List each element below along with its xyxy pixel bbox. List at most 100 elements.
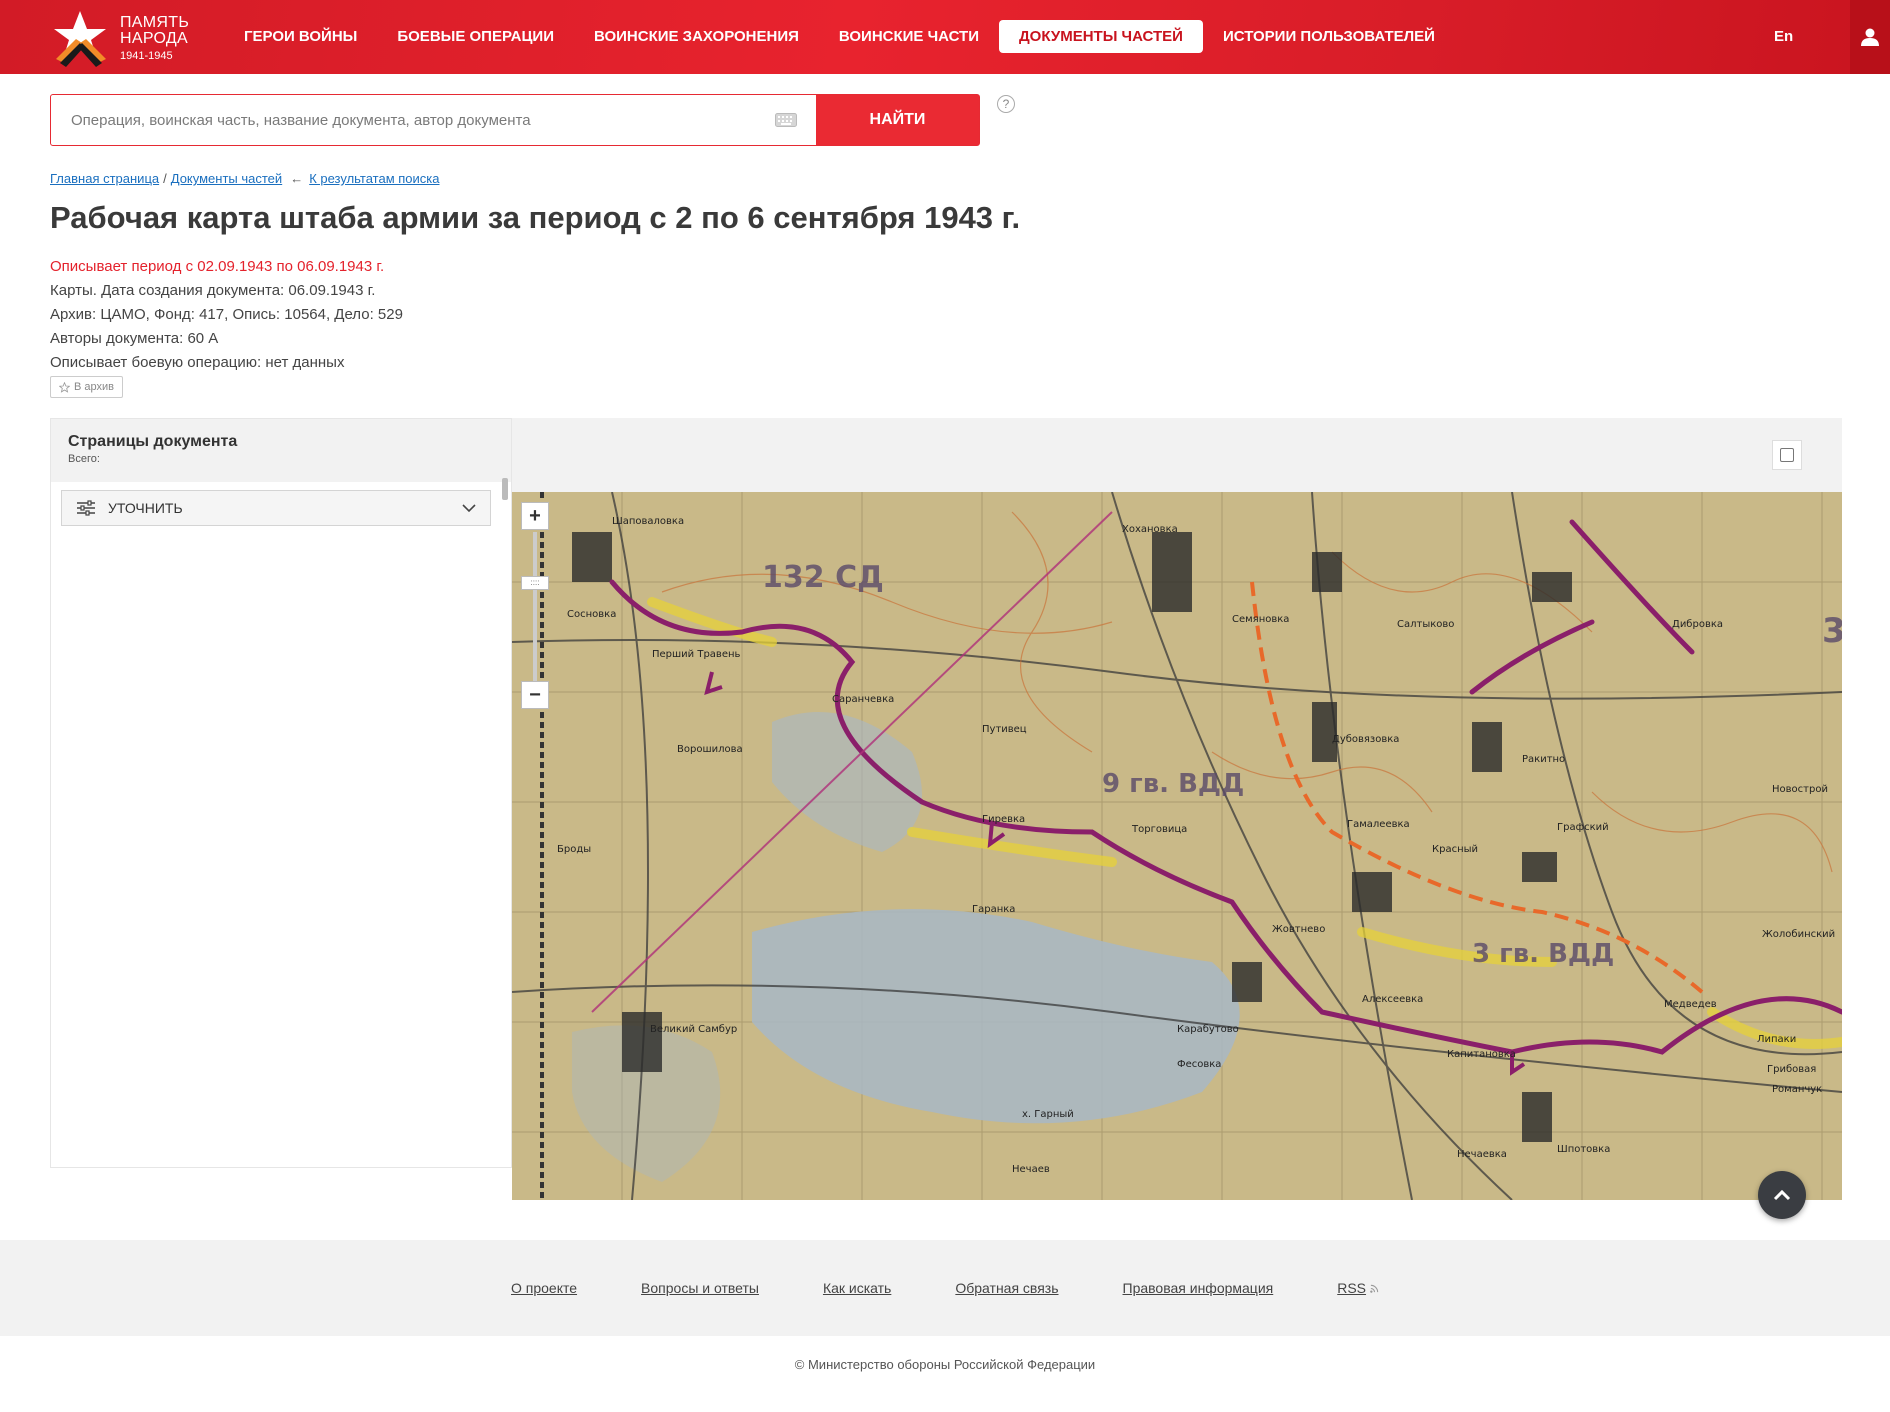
map-village: Медведев bbox=[1664, 999, 1717, 1010]
logo-line-2: НАРОДА bbox=[120, 30, 188, 47]
map-village: Красный bbox=[1432, 844, 1478, 855]
footer-link-rss[interactable]: RSS bbox=[1337, 1280, 1366, 1296]
footer-link-faq[interactable]: Вопросы и ответы bbox=[641, 1280, 759, 1296]
document-pages-title: Страницы документа bbox=[68, 433, 238, 450]
map-village: Саранчевка bbox=[832, 694, 894, 705]
refine-dropdown[interactable]: УТОЧНИТЬ bbox=[61, 490, 491, 526]
footer: О проекте Вопросы и ответы Как искать Об… bbox=[0, 1240, 1890, 1336]
map-village: Липаки bbox=[1757, 1034, 1796, 1045]
document-pages-header: Страницы документа Всего: bbox=[51, 419, 511, 482]
fullscreen-toggle-button[interactable] bbox=[1772, 440, 1802, 470]
map-village: Путивец bbox=[982, 724, 1027, 735]
breadcrumb: Главная страница / Документы частей ← К резу… bbox=[50, 171, 440, 186]
map-village: Новострой bbox=[1772, 784, 1828, 795]
map-label-3-vdd: 3 гв. ВДД bbox=[1472, 939, 1614, 969]
sidebar-scrollbar[interactable] bbox=[502, 478, 508, 500]
map-village: Дибровка bbox=[1672, 619, 1723, 630]
map-village: Ракитно bbox=[1522, 754, 1565, 765]
map-village: Жолобинский bbox=[1762, 929, 1835, 940]
add-to-archive-label: В архив bbox=[74, 381, 114, 393]
copyright: © Министерство обороны Российской Федера… bbox=[794, 1357, 1096, 1372]
footer-link-legal[interactable]: Правовая информация bbox=[1123, 1280, 1274, 1296]
add-to-archive-button[interactable]: В архив bbox=[50, 376, 123, 398]
keyboard-icon[interactable] bbox=[766, 95, 806, 145]
back-to-results-link[interactable]: К результатам поиска bbox=[309, 171, 439, 186]
search-input[interactable] bbox=[51, 95, 766, 145]
map-label-3: 3 bbox=[1822, 611, 1842, 651]
chevron-up-icon bbox=[1773, 1189, 1791, 1201]
footer-links: О проекте Вопросы и ответы Как искать Об… bbox=[511, 1280, 1379, 1296]
star-outline-icon bbox=[59, 381, 70, 393]
map-village: Сосновка bbox=[567, 609, 616, 620]
map-village: х. Гарный bbox=[1022, 1109, 1074, 1120]
map-village: Романчук bbox=[1772, 1084, 1822, 1095]
search-button[interactable]: НАЙТИ bbox=[816, 95, 979, 145]
map-village: Шаповаловка bbox=[612, 516, 684, 527]
main-nav: ГЕРОИ ВОЙНЫ БОЕВЫЕ ОПЕРАЦИИ ВОИНСКИЕ ЗАХ… bbox=[224, 20, 1455, 53]
breadcrumb-section-link[interactable]: Документы частей bbox=[171, 171, 282, 186]
zoom-slider-handle[interactable]: :::: bbox=[521, 576, 549, 590]
back-arrow-icon: ← bbox=[290, 171, 304, 186]
footer-link-how-to-search[interactable]: Как искать bbox=[823, 1280, 891, 1296]
map-village: Графский bbox=[1557, 822, 1609, 833]
map-village: Семяновка bbox=[1232, 614, 1289, 625]
refine-label: УТОЧНИТЬ bbox=[108, 500, 183, 516]
zoom-out-button[interactable]: − bbox=[521, 681, 549, 709]
map-village: Гиревка bbox=[982, 814, 1025, 825]
map-village: Хохановка bbox=[1122, 524, 1178, 535]
nav-burials[interactable]: ВОИНСКИЕ ЗАХОРОНЕНИЯ bbox=[574, 20, 819, 53]
map-village: Перший Травень bbox=[652, 649, 741, 660]
top-header: ПАМЯТЬ НАРОДА 1941-1945 ГЕРОИ ВОЙНЫ БОЕВ… bbox=[0, 0, 1890, 74]
site-logo[interactable]: ПАМЯТЬ НАРОДА 1941-1945 bbox=[50, 9, 210, 67]
nav-unit-documents[interactable]: ДОКУМЕНТЫ ЧАСТЕЙ bbox=[999, 20, 1203, 53]
footer-rss[interactable]: RSS bbox=[1337, 1280, 1379, 1296]
user-icon bbox=[1861, 28, 1879, 46]
map-village: Алексеевка bbox=[1362, 994, 1423, 1005]
map-village: Дубовязовка bbox=[1332, 734, 1399, 745]
map-village: Броды bbox=[557, 844, 591, 855]
breadcrumb-separator: / bbox=[163, 171, 167, 186]
zoom-slider-track[interactable] bbox=[533, 532, 537, 682]
star-ribbon-logo-icon bbox=[54, 11, 106, 67]
map-label-132-sd: 132 СД bbox=[762, 560, 884, 595]
map-village: Грибовая bbox=[1767, 1064, 1816, 1075]
viewer-toolbar bbox=[512, 418, 1842, 492]
document-period: Описывает период с 02.09.1943 по 06.09.1… bbox=[50, 258, 385, 275]
breadcrumb-home-link[interactable]: Главная страница bbox=[50, 171, 159, 186]
page-title: Рабочая карта штаба армии за период с 2 … bbox=[50, 200, 1021, 235]
map-village: Салтыково bbox=[1397, 619, 1454, 630]
nav-operations[interactable]: БОЕВЫЕ ОПЕРАЦИИ bbox=[377, 20, 574, 53]
zoom-in-button[interactable]: + bbox=[521, 502, 549, 530]
map-village: Фесовка bbox=[1177, 1059, 1221, 1070]
map-village: Жовтнево bbox=[1272, 924, 1325, 935]
map-village: Нечаев bbox=[1012, 1164, 1050, 1175]
logo-years: 1941-1945 bbox=[120, 50, 173, 62]
map-village: Торговица bbox=[1131, 824, 1187, 835]
footer-link-feedback[interactable]: Обратная связь bbox=[955, 1280, 1058, 1296]
logo-text: ПАМЯТЬ НАРОДА 1941-1945 bbox=[120, 14, 190, 63]
document-authors: Авторы документа: 60 А bbox=[50, 330, 219, 347]
rss-icon bbox=[1370, 1284, 1379, 1293]
map-village: Гаранка bbox=[972, 904, 1015, 915]
logo-line-1: ПАМЯТЬ bbox=[120, 14, 190, 31]
document-type-date: Карты. Дата создания документа: 06.09.19… bbox=[50, 282, 376, 299]
map-village: Карабутово bbox=[1177, 1024, 1239, 1035]
nav-heroes[interactable]: ГЕРОИ ВОЙНЫ bbox=[224, 20, 377, 53]
map-village: Нечаевка bbox=[1457, 1149, 1507, 1160]
nav-units[interactable]: ВОИНСКИЕ ЧАСТИ bbox=[819, 20, 999, 53]
map-label-9-vdd: 9 гв. ВДД bbox=[1102, 769, 1244, 799]
map-village: Ворошилова bbox=[677, 744, 743, 755]
help-icon[interactable]: ? bbox=[997, 95, 1015, 113]
nav-user-stories[interactable]: ИСТОРИИ ПОЛЬЗОВАТЕЛЕЙ bbox=[1203, 20, 1455, 53]
document-operation: Описывает боевую операцию: нет данных bbox=[50, 354, 345, 371]
filter-sliders-icon bbox=[77, 500, 95, 516]
chevron-down-icon bbox=[462, 503, 476, 512]
map-village: Шпотовка bbox=[1557, 1144, 1610, 1155]
user-account-button[interactable] bbox=[1850, 0, 1890, 74]
footer-link-about[interactable]: О проекте bbox=[511, 1280, 577, 1296]
scroll-to-top-button[interactable] bbox=[1758, 1171, 1806, 1219]
language-switch[interactable]: En bbox=[1774, 28, 1793, 45]
document-archive: Архив: ЦАМО, Фонд: 417, Опись: 10564, Де… bbox=[50, 306, 403, 323]
document-map-image[interactable]: 132 СД 9 гв. ВДД 3 гв. ВДД 3 Шаповаловка… bbox=[512, 492, 1842, 1200]
map-village: Великий Самбур bbox=[650, 1024, 737, 1035]
